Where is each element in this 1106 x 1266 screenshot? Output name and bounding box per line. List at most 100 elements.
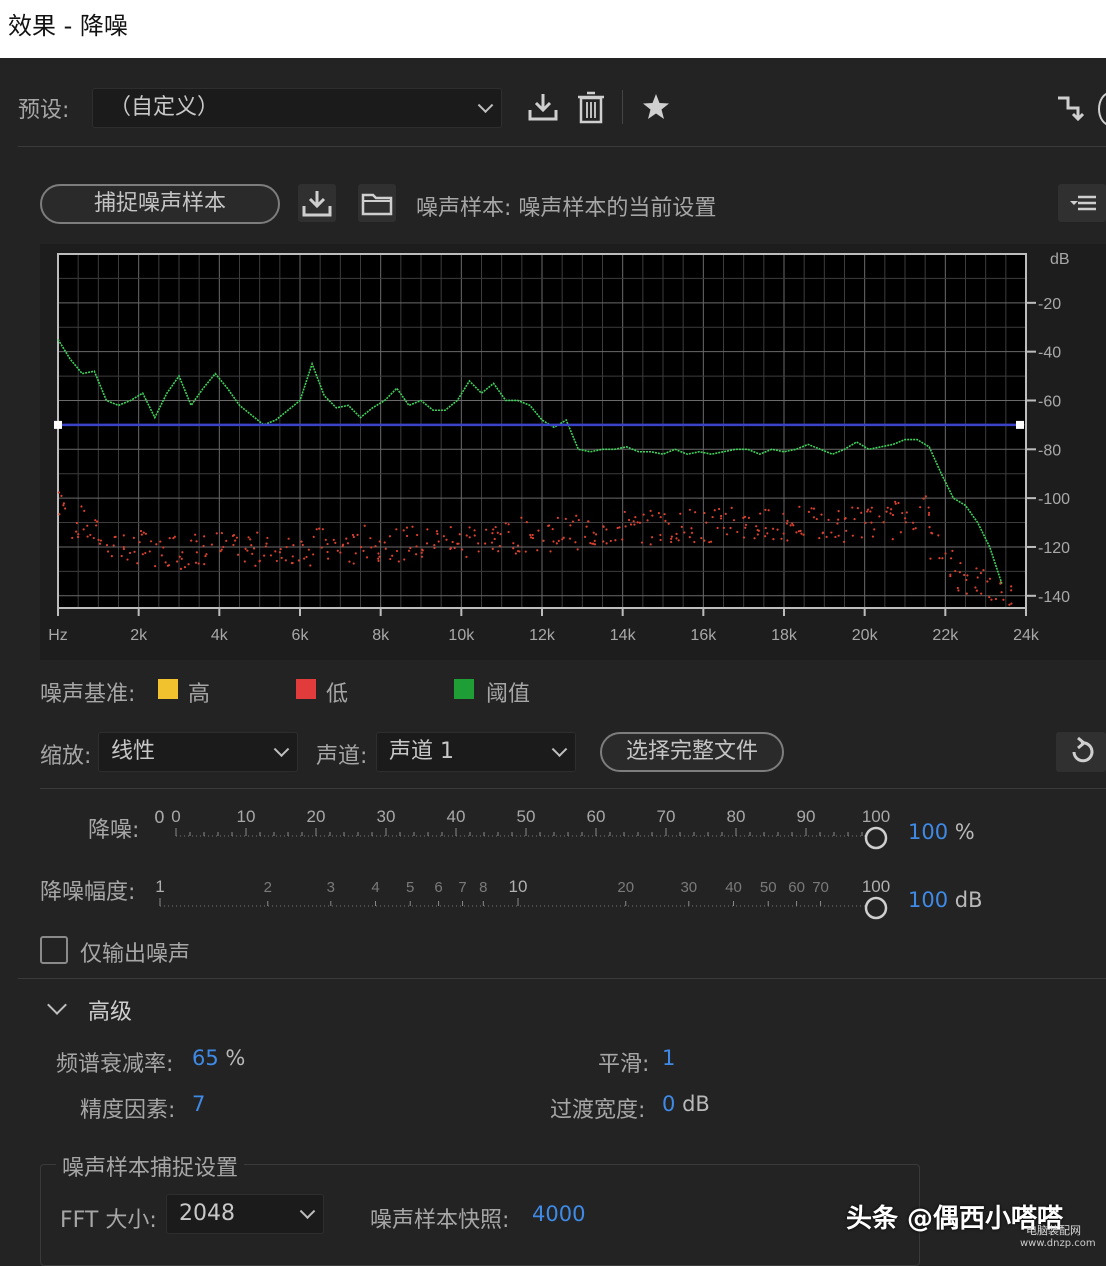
menu-list-icon[interactable] — [1058, 184, 1106, 222]
noise-floor-point — [623, 510, 626, 514]
noise-spectrum-graph[interactable]: Hz 2k 4k 6k 8k 10k 12k 14k 16k 18k 20k 22k 24k dB -20 -… — [40, 244, 1106, 660]
noise-floor-point — [843, 517, 846, 520]
noise-floor-point — [265, 542, 268, 545]
channel-label: 声道: — [316, 744, 368, 769]
preset-dropdown[interactable]: （自定义） — [92, 88, 502, 128]
noise-floor-point — [574, 541, 577, 544]
select-entire-file-button[interactable]: 选择完整文件 — [600, 732, 784, 772]
noise-floor-point — [871, 535, 875, 538]
watermark-site: 电脑装配网 — [1026, 1224, 1081, 1237]
noise-floor-point — [370, 546, 373, 549]
noise-floor-point — [837, 510, 840, 513]
noise-floor-point — [477, 550, 480, 553]
noise-floor-point — [300, 540, 303, 543]
noise-floor-point — [667, 522, 670, 525]
reduce-by-slider[interactable]: 1 2 3 4 5 6 7 8 10 20 30 40 50 60 70 100 — [150, 868, 900, 928]
noise-floor-point — [377, 559, 380, 562]
noise-floor-point — [786, 539, 789, 542]
noise-reduction-readout[interactable]: 100 % — [908, 820, 975, 844]
noise-floor-point — [194, 533, 197, 536]
load-noise-print-icon[interactable] — [298, 184, 336, 222]
noise-floor-point — [780, 537, 783, 540]
noise-floor-point — [690, 527, 693, 530]
noise-floor-point — [759, 512, 762, 515]
chevron-down-icon — [477, 97, 494, 114]
noise-floor-point — [377, 552, 380, 555]
noise-floor-point — [820, 513, 823, 516]
noise-floor-point — [812, 516, 816, 519]
noise-floor-point — [1008, 603, 1011, 606]
preset-value: （自定义） — [109, 95, 220, 120]
noise-floor-point — [744, 523, 748, 526]
transition-width-readout[interactable]: 0 dB — [662, 1092, 710, 1116]
noise-floor-point — [882, 521, 885, 524]
noise-floor-point — [148, 550, 151, 553]
noise-floor-point — [397, 560, 400, 563]
noise-floor-point — [384, 547, 387, 550]
noise-floor-point — [284, 559, 287, 562]
noise-floor-point — [602, 525, 605, 528]
noise-floor-point — [407, 549, 411, 552]
noise-floor-point — [886, 506, 889, 509]
reduce-by-readout[interactable]: 100 dB — [908, 888, 983, 912]
noise-floor-point — [663, 513, 666, 516]
noise-floor-point — [303, 557, 306, 560]
noise-floor-point — [57, 491, 61, 494]
slider-tick-label: 60 — [788, 879, 805, 896]
delete-preset-icon[interactable] — [576, 88, 606, 126]
slider-tick-label: 20 — [617, 879, 634, 896]
noise-floor-point — [377, 557, 380, 560]
noise-floor-point — [866, 510, 869, 513]
noise-snapshots-value[interactable]: 4000 — [532, 1202, 585, 1226]
noise-floor-point — [168, 537, 171, 540]
fft-size-dropdown[interactable]: 2048 — [166, 1194, 324, 1234]
favorite-star-icon[interactable] — [640, 90, 672, 124]
noise-floor-point — [126, 558, 129, 561]
routing-icon[interactable] — [1054, 92, 1085, 124]
noise-floor-point — [321, 528, 324, 531]
noise-floor-point — [433, 546, 436, 550]
noise-floor-point — [729, 526, 732, 530]
noise-floor-point — [782, 532, 785, 535]
slider-tick-label: 6 — [434, 879, 442, 896]
capture-noise-print-button[interactable]: 捕捉噪声样本 — [40, 184, 280, 224]
precision-factor-value[interactable]: 7 — [192, 1092, 205, 1116]
noise-floor-point — [708, 541, 711, 544]
noise-floor-point — [744, 526, 747, 529]
noise-floor-point — [162, 546, 165, 549]
slider-tick-label: 0 — [171, 807, 180, 826]
legend-low-label: 低 — [326, 682, 349, 707]
noise-floor-point — [336, 549, 339, 552]
noise-floor-point — [256, 531, 259, 534]
channel-dropdown[interactable]: 声道 1 — [376, 732, 576, 772]
noise-floor-point — [756, 528, 759, 532]
noise-floor-point — [249, 538, 252, 541]
folder-icon[interactable] — [358, 184, 396, 222]
noise-floor-point — [975, 589, 978, 592]
noise-floor-point — [237, 553, 240, 556]
transition-width-label: 过渡宽度: — [550, 1098, 646, 1123]
x-tick-label: 10k — [448, 627, 475, 644]
advanced-section-header[interactable]: 高级 — [88, 994, 132, 1026]
noise-floor-point — [499, 533, 502, 536]
noise-floor-point — [675, 537, 678, 540]
spectral-decay-readout[interactable]: 65 % — [192, 1046, 245, 1070]
noise-floor-point — [301, 543, 304, 547]
noise-floor-point — [362, 549, 365, 552]
noise-floor-point — [197, 562, 200, 565]
noise-floor-point — [136, 562, 139, 565]
noise-floor-point — [670, 537, 673, 540]
noise-reduction-slider[interactable]: 0 10 20 30 40 50 60 70 80 90 100 — [160, 800, 900, 860]
noise-floor-point — [703, 539, 706, 542]
noise-floor-point — [334, 541, 337, 544]
scale-dropdown[interactable]: 线性 — [98, 732, 298, 772]
noise-floor-point — [776, 528, 779, 531]
noise-floor-point — [258, 559, 261, 562]
save-preset-icon[interactable] — [526, 88, 560, 126]
reset-icon[interactable] — [1056, 732, 1106, 772]
noise-floor-point — [944, 552, 947, 555]
output-noise-only-label: 仅输出噪声 — [80, 942, 191, 967]
output-noise-only-checkbox[interactable] — [40, 936, 68, 964]
smoothing-value[interactable]: 1 — [662, 1046, 675, 1070]
noise-floor-point — [524, 550, 527, 553]
